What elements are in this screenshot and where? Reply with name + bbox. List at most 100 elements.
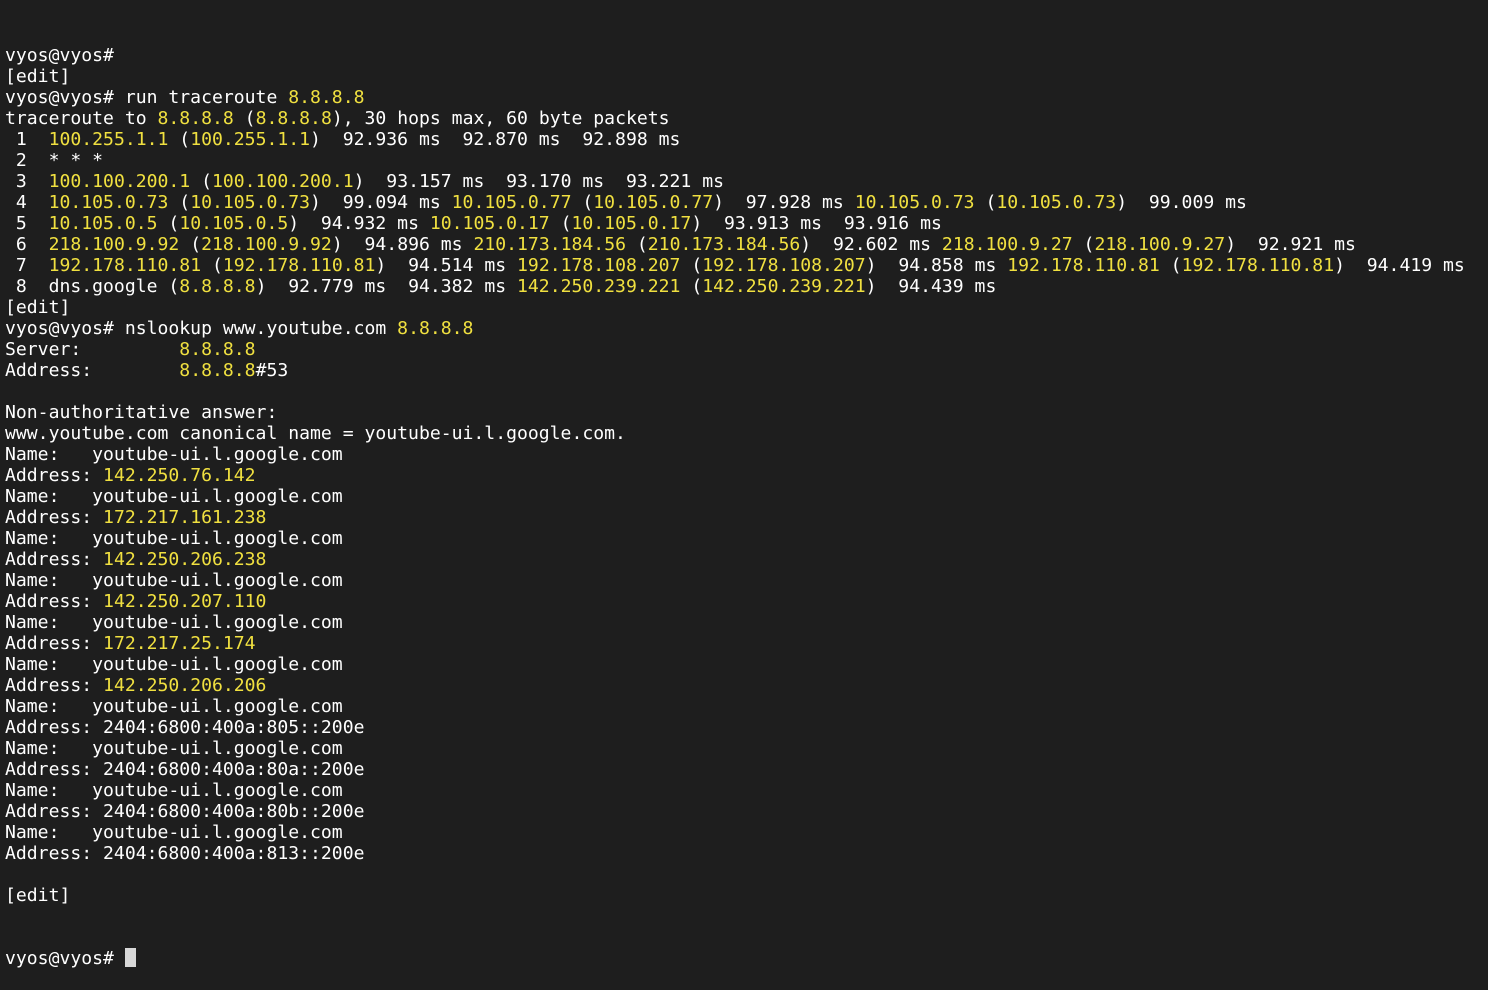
terminal-text: Address: [5, 633, 104, 654]
highlighted-text: 142.250.206.238 [103, 549, 267, 570]
terminal-text: 6 [5, 234, 49, 255]
terminal-text: Name: youtube-ui.l.google.com [5, 486, 343, 507]
command-prompt-line[interactable]: vyos@vyos# [5, 948, 1485, 969]
highlighted-text: 8.8.8.8 [397, 318, 474, 339]
terminal-line: Address: 142.250.206.206 [5, 675, 1485, 696]
highlighted-text: 100.100.200.1 [48, 171, 191, 192]
terminal-text: ( [680, 255, 703, 276]
highlighted-text: 142.250.206.206 [103, 675, 267, 696]
terminal-line: Name: youtube-ui.l.google.com [5, 738, 1485, 759]
highlighted-text: 210.173.184.56 [473, 234, 626, 255]
terminal-text: Name: youtube-ui.l.google.com [5, 738, 343, 759]
terminal-line: Address: 172.217.161.238 [5, 507, 1485, 528]
terminal-text: Server: [5, 339, 180, 360]
highlighted-text: 10.105.0.73 [190, 192, 311, 213]
terminal-text: ), 30 hops max, 60 byte packets [331, 108, 670, 129]
highlighted-text: 8.8.8.8 [255, 108, 332, 129]
terminal-line: 7 192.178.110.81 (192.178.110.81) 94.514… [5, 255, 1485, 276]
terminal-text: #53 [255, 360, 289, 381]
terminal-text: ( [168, 192, 191, 213]
highlighted-text: 8.8.8.8 [288, 87, 365, 108]
terminal-line: Name: youtube-ui.l.google.com [5, 780, 1485, 801]
terminal-line: Address: 172.217.25.174 [5, 633, 1485, 654]
text-cursor [124, 948, 136, 967]
highlighted-text: 10.105.0.73 [996, 192, 1117, 213]
highlighted-text: 192.178.110.81 [48, 255, 202, 276]
terminal-output: vyos@vyos# [edit] vyos@vyos# run tracerout… [5, 45, 1485, 906]
terminal-text: [edit] [5, 66, 71, 87]
terminal-text: ) 92.921 ms [1225, 234, 1356, 255]
terminal-text: 3 [5, 171, 49, 192]
terminal-text: Name: youtube-ui.l.google.com [5, 696, 343, 717]
terminal-text: ) 97.928 ms [713, 192, 855, 213]
terminal-text: Name: youtube-ui.l.google.com [5, 570, 343, 591]
terminal-text: Name: youtube-ui.l.google.com [5, 780, 343, 801]
terminal-text: ) 94.932 ms [288, 213, 430, 234]
highlighted-text: 218.100.9.92 [48, 234, 180, 255]
terminal-text: Name: youtube-ui.l.google.com [5, 444, 343, 465]
highlighted-text: 172.217.161.238 [103, 507, 267, 528]
highlighted-text: 218.100.9.27 [941, 234, 1073, 255]
terminal-text: Address: 2404:6800:400a:813::200e [5, 843, 365, 864]
terminal-text: ( [625, 234, 648, 255]
terminal-line: Name: youtube-ui.l.google.com [5, 528, 1485, 549]
highlighted-text: 10.105.0.5 [179, 213, 289, 234]
terminal-text: Address: [5, 465, 104, 486]
terminal-line: 2 * * * [5, 150, 1485, 171]
terminal-line: Address: 142.250.207.110 [5, 591, 1485, 612]
terminal-line: Name: youtube-ui.l.google.com [5, 654, 1485, 675]
highlighted-text: 218.100.9.27 [1094, 234, 1226, 255]
terminal-text: 5 [5, 213, 49, 234]
terminal-text: ( [168, 129, 191, 150]
terminal-text: ( [190, 171, 212, 192]
terminal-line: Address: 2404:6800:400a:80b::200e [5, 801, 1485, 822]
terminal-line: Name: youtube-ui.l.google.com [5, 612, 1485, 633]
terminal-text: Address: [5, 549, 104, 570]
terminal-line: Name: youtube-ui.l.google.com [5, 444, 1485, 465]
highlighted-text: 192.178.110.81 [1007, 255, 1160, 276]
terminal-window[interactable]: vyos@vyos# [edit] vyos@vyos# run tracerout… [5, 3, 1485, 969]
highlighted-text: 142.250.207.110 [103, 591, 267, 612]
highlighted-text: 172.217.25.174 [103, 633, 256, 654]
highlighted-text: 100.255.1.1 [190, 129, 311, 150]
highlighted-text: 192.178.108.207 [702, 255, 866, 276]
terminal-text: Address: [5, 360, 180, 381]
terminal-text: ( [1072, 234, 1095, 255]
terminal-line: Address: 142.250.76.142 [5, 465, 1485, 486]
terminal-text: ) 94.514 ms [375, 255, 518, 276]
terminal-text: ) 93.913 ms 93.916 ms [691, 213, 942, 234]
terminal-line: Address: 2404:6800:400a:813::200e [5, 843, 1485, 864]
highlighted-text: 218.100.9.92 [201, 234, 332, 255]
terminal-text: ( [571, 192, 594, 213]
terminal-line: www.youtube.com canonical name = youtube… [5, 423, 1485, 444]
prompt-text: vyos@vyos# [5, 948, 125, 969]
terminal-text: ( [549, 213, 572, 234]
highlighted-text: 142.250.239.221 [517, 276, 681, 297]
terminal-line: Address: 8.8.8.8#53 [5, 360, 1485, 381]
terminal-line: 6 218.100.9.92 (218.100.9.92) 94.896 ms … [5, 234, 1485, 255]
highlighted-text: 10.105.0.5 [48, 213, 158, 234]
terminal-text: www.youtube.com canonical name = youtube… [5, 423, 626, 444]
terminal-line: 8 dns.google (8.8.8.8) 92.779 ms 94.382 … [5, 276, 1485, 297]
terminal-text: vyos@vyos# run traceroute [5, 87, 289, 108]
terminal-text: Name: youtube-ui.l.google.com [5, 612, 343, 633]
highlighted-text: 8.8.8.8 [179, 360, 256, 381]
terminal-text: ) 94.419 ms [1334, 255, 1465, 276]
terminal-line: 3 100.100.200.1 (100.100.200.1) 93.157 m… [5, 171, 1485, 192]
terminal-line: Address: 2404:6800:400a:805::200e [5, 717, 1485, 738]
highlighted-text: 8.8.8.8 [157, 108, 234, 129]
terminal-text: ( [974, 192, 997, 213]
terminal-text: Non-authoritative answer: [5, 402, 278, 423]
highlighted-text: 100.100.200.1 [212, 171, 354, 192]
terminal-line: [edit] [5, 885, 1485, 906]
terminal-line: Name: youtube-ui.l.google.com [5, 486, 1485, 507]
terminal-text: ( [680, 276, 703, 297]
highlighted-text: 10.105.0.77 [593, 192, 714, 213]
terminal-text: ) 93.157 ms 93.170 ms 93.221 ms [353, 171, 724, 192]
terminal-text: ) 94.858 ms [865, 255, 1008, 276]
highlighted-text: 10.105.0.17 [429, 213, 550, 234]
highlighted-text: 192.178.110.81 [1181, 255, 1335, 276]
terminal-line: vyos@vyos# run traceroute 8.8.8.8 [5, 87, 1485, 108]
